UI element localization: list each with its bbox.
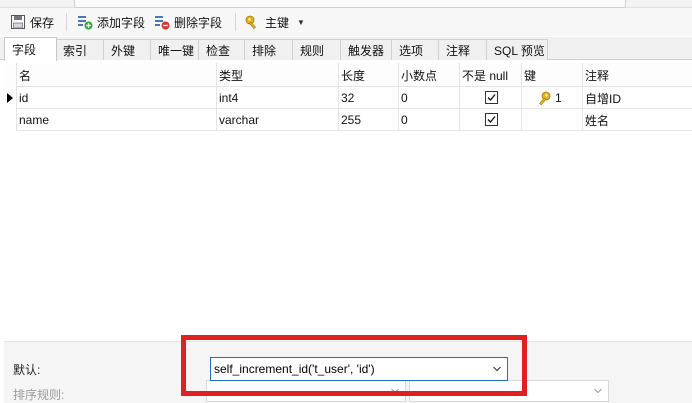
tab-comment[interactable]: 注释 — [438, 39, 487, 60]
primary-key-button[interactable]: 主键 ▼ — [245, 12, 305, 32]
column-header-name[interactable]: 名 — [19, 64, 31, 86]
tab-options[interactable]: 选项 — [391, 39, 439, 60]
row-2-length[interactable]: 255 — [341, 109, 361, 131]
row-2-decimals[interactable]: 0 — [401, 109, 408, 131]
add-field-label: 添加字段 — [97, 15, 146, 30]
key-icon — [536, 90, 552, 106]
row-2-type[interactable]: varchar — [219, 109, 259, 131]
tab-excludes[interactable]: 排除 — [244, 39, 293, 60]
tab-foreign-keys[interactable]: 外键 — [103, 39, 151, 60]
key-icon — [245, 14, 261, 30]
row-2-comment[interactable]: 姓名 — [585, 109, 609, 131]
grid-line — [398, 63, 399, 131]
top-input-remnant — [74, 0, 626, 8]
row-2-not-null-checkbox[interactable] — [485, 113, 498, 126]
collation-secondary-select[interactable] — [409, 380, 609, 402]
tab-fields[interactable]: 字段 — [4, 37, 57, 61]
tab-rules[interactable]: 规则 — [292, 39, 341, 60]
row-1-not-null-checkbox[interactable] — [485, 91, 498, 104]
toolbar-separator — [66, 13, 67, 31]
chevron-down-icon: ▼ — [297, 17, 305, 27]
primary-key-label: 主键 — [265, 15, 290, 30]
chevron-down-icon — [493, 366, 501, 372]
save-label: 保存 — [30, 15, 55, 30]
grid-line — [216, 63, 217, 131]
chevron-down-icon — [594, 388, 602, 394]
save-button[interactable]: 保存 — [10, 12, 54, 32]
row-1-type[interactable]: int4 — [219, 87, 238, 109]
grid-line — [338, 63, 339, 131]
delete-field-button[interactable]: 删除字段 — [154, 12, 222, 32]
column-header-type[interactable]: 类型 — [219, 64, 243, 86]
tab-unique-keys[interactable]: 唯一键 — [150, 39, 199, 60]
row-1-decimals[interactable]: 0 — [401, 87, 408, 109]
row-1-key-number: 1 — [555, 91, 562, 105]
add-field-icon — [77, 14, 93, 30]
chevron-down-icon — [391, 388, 399, 394]
default-label: 默认: — [13, 363, 41, 377]
add-field-button[interactable]: 添加字段 — [77, 12, 145, 32]
row-1-key-cell[interactable]: 1 — [536, 87, 562, 109]
tab-triggers[interactable]: 触发器 — [340, 39, 392, 60]
grid-header: 名 类型 长度 小数点 不是 null 键 注释 — [4, 63, 692, 87]
row-1-length[interactable]: 32 — [341, 87, 354, 109]
grid-line — [521, 63, 522, 131]
column-header-not-null[interactable]: 不是 null — [462, 64, 508, 86]
tab-bar: 字段 索引 外键 唯一键 检查 排除 规则 触发器 选项 注释 SQL 预览 — [0, 37, 692, 61]
column-header-decimals[interactable]: 小数点 — [401, 64, 437, 86]
field-properties-panel: 默认: 排序规则: self_increment_id('t_user', 'i… — [4, 341, 692, 403]
grid-line — [459, 63, 460, 131]
collation-label: 排序规则: — [13, 388, 65, 402]
column-header-comment[interactable]: 注释 — [585, 64, 609, 86]
save-icon — [10, 14, 26, 30]
tab-indexes[interactable]: 索引 — [55, 39, 104, 60]
default-value-combo[interactable]: self_increment_id('t_user', 'id') — [210, 357, 508, 381]
default-value-text: self_increment_id('t_user', 'id') — [214, 362, 375, 376]
toolbar-separator — [235, 13, 236, 31]
column-header-key[interactable]: 键 — [524, 64, 536, 86]
delete-field-icon — [154, 14, 170, 30]
tab-sql-preview[interactable]: SQL 预览 — [486, 39, 548, 60]
current-row-indicator — [7, 93, 13, 103]
delete-field-label: 删除字段 — [174, 15, 223, 30]
grid-line — [582, 63, 583, 131]
top-strip — [0, 0, 692, 8]
row-2-name[interactable]: name — [19, 109, 49, 131]
grid-line — [16, 63, 17, 131]
fields-grid: 名 类型 长度 小数点 不是 null 键 注释 id int4 32 0 1 … — [4, 63, 692, 341]
collation-select[interactable] — [206, 380, 406, 402]
row-1-name[interactable]: id — [19, 87, 28, 109]
row-1-comment[interactable]: 自增ID — [585, 87, 621, 109]
toolbar: 保存 添加字段 删除字段 主键 ▼ — [0, 8, 692, 36]
column-header-length[interactable]: 长度 — [341, 64, 365, 86]
tab-checks[interactable]: 检查 — [198, 39, 245, 60]
